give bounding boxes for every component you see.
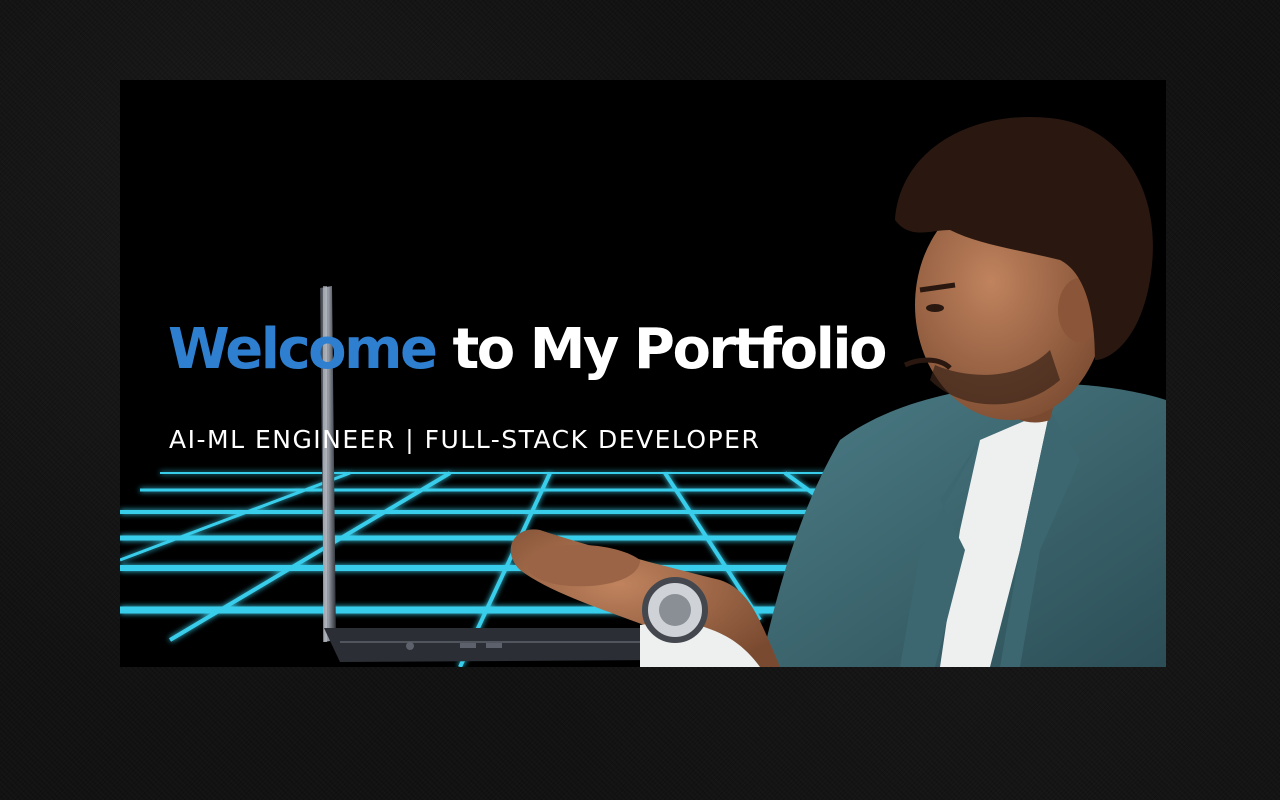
- page-title: Welcome to My Portfolio: [168, 322, 888, 378]
- title-highlight: Welcome: [168, 317, 438, 382]
- role-subtitle: AI-ML ENGINEER | FULL-STACK DEVELOPER: [169, 425, 761, 454]
- title-rest: to My Portfolio: [452, 317, 887, 382]
- hero-banner: Welcome to My Portfolio AI-ML ENGINEER |…: [120, 80, 1166, 667]
